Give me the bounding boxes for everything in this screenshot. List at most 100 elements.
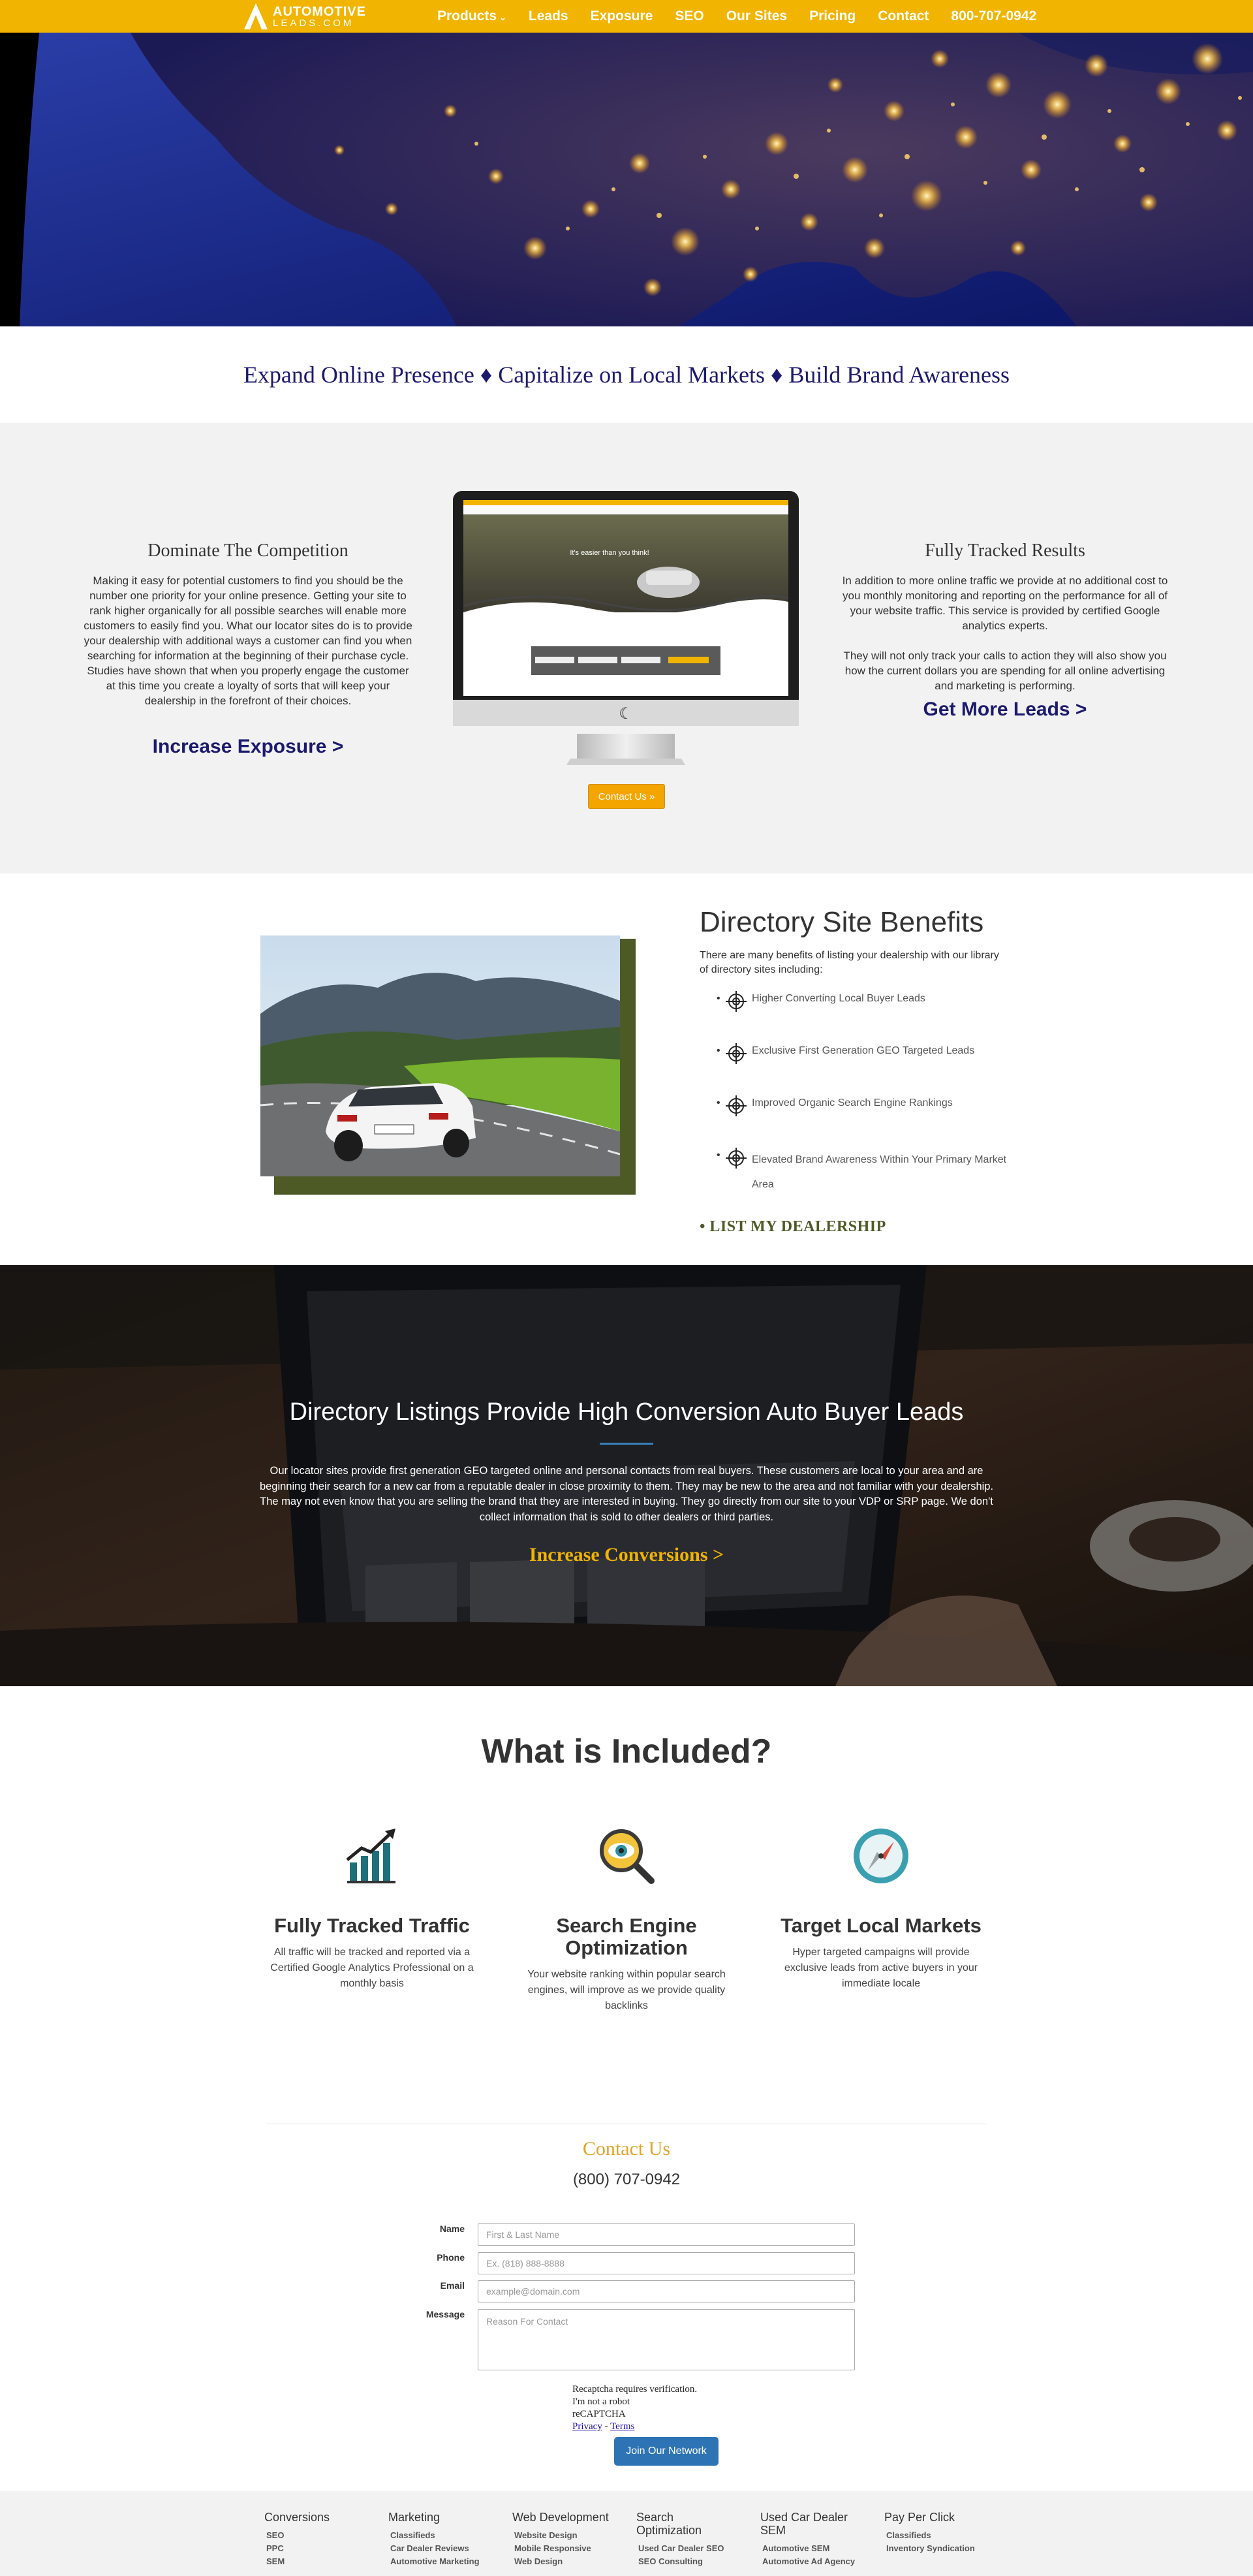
- phone-label: Phone: [437, 2252, 465, 2263]
- benefits-list: Higher Converting Local Buyer Leads Excl…: [717, 984, 1017, 1193]
- name-field[interactable]: [478, 2223, 855, 2246]
- footer-link[interactable]: Classifieds: [388, 2529, 506, 2542]
- footer-column-web-development: Web Development Website Design Mobile Re…: [512, 2511, 630, 2568]
- nav-item-exposure[interactable]: Exposure: [591, 8, 653, 24]
- footer-heading: Conversions: [264, 2511, 330, 2524]
- email-field[interactable]: [478, 2280, 855, 2302]
- tagline-text: Expand Online Presence ♦ Capitalize on L…: [243, 362, 1010, 388]
- footer-link[interactable]: Web Design: [512, 2555, 630, 2568]
- footer-link[interactable]: Website Design: [512, 2529, 630, 2542]
- included-section: What is Included? Fully Tracked Traffic …: [0, 1686, 1253, 2130]
- footer-column-search-optimization: Search Optimization Used Car Dealer SEO …: [636, 2511, 734, 2568]
- increase-exposure-link[interactable]: Increase Exposure >: [153, 736, 344, 758]
- footer-link[interactable]: Mobile Responsive: [512, 2542, 630, 2555]
- directory-intro: There are many benefits of listing your …: [700, 950, 999, 975]
- get-more-leads-link[interactable]: Get More Leads >: [923, 699, 1087, 721]
- benefit-text: Higher Converting Local Buyer Leads: [752, 993, 925, 1004]
- footer-link[interactable]: PPC: [264, 2542, 382, 2555]
- title-divider: [600, 1443, 653, 1445]
- compete-text: Making it easy for potential customers t…: [84, 574, 412, 707]
- main-menu: Products ⌄ Leads Exposure SEO Our Sites P…: [437, 0, 1059, 33]
- email-label: Email: [440, 2280, 465, 2291]
- link-separator: -: [602, 2421, 611, 2432]
- logo-text-line1: AUTOMOTIVE: [273, 4, 366, 19]
- list-item: Higher Converting Local Buyer Leads: [717, 984, 1017, 1037]
- directory-title: Directory Site Benefits: [700, 906, 984, 938]
- nav-item-contact[interactable]: Contact: [878, 8, 929, 24]
- tracked-results-column: Fully Tracked Results In addition to mor…: [835, 541, 1175, 721]
- nav-item-leads[interactable]: Leads: [529, 8, 568, 24]
- chevron-down-icon: ⌄: [499, 12, 506, 22]
- feature-tracked-traffic: Fully Tracked Traffic All traffic will b…: [261, 1823, 483, 1992]
- footer-link[interactable]: SEO: [264, 2529, 382, 2542]
- footer-heading: Web Development: [512, 2511, 609, 2524]
- feature-title: Target Local Markets: [781, 1914, 982, 1937]
- logo-a-icon: [244, 3, 268, 29]
- footer-link[interactable]: Car Dealer Reviews: [388, 2542, 506, 2555]
- tracked-text-1: In addition to more online traffic we pr…: [842, 574, 1168, 632]
- feature-text: Your website ranking within popular sear…: [527, 1969, 726, 2011]
- nav-item-pricing[interactable]: Pricing: [809, 8, 856, 24]
- privacy-link[interactable]: Privacy: [572, 2421, 602, 2432]
- car-on-road-photo: [260, 935, 620, 1176]
- footer-column-marketing: Marketing Classifieds Car Dealer Reviews…: [388, 2511, 506, 2568]
- footer-link[interactable]: Used Car Dealer SEO: [636, 2542, 734, 2555]
- feature-text: All traffic will be tracked and reported…: [270, 1947, 474, 1989]
- feature-local-markets: Target Local Markets Hyper targeted camp…: [770, 1823, 992, 1992]
- name-label: Name: [439, 2223, 465, 2234]
- feature-title: Fully Tracked Traffic: [274, 1914, 470, 1937]
- message-field[interactable]: [478, 2309, 855, 2370]
- captcha-checkbox-label[interactable]: I'm not a robot: [572, 2396, 697, 2408]
- benefit-text: Improved Organic Search Engine Rankings: [752, 1097, 953, 1108]
- terms-link[interactable]: Terms: [610, 2421, 634, 2432]
- nav-item-seo[interactable]: SEO: [675, 8, 704, 24]
- list-item: Improved Organic Search Engine Rankings: [717, 1089, 1017, 1141]
- nav-item-products[interactable]: Products ⌄: [437, 8, 506, 24]
- magnifier-eye-icon: [600, 1829, 655, 1884]
- phone-field[interactable]: [478, 2252, 855, 2274]
- included-title: What is Included?: [481, 1733, 772, 1770]
- footer-link[interactable]: Automotive Marketing: [388, 2555, 506, 2568]
- footer-column-pay-per-click: Pay Per Click Classifieds Inventory Synd…: [884, 2511, 1002, 2555]
- compete-column: Dominate The Competition Making it easy …: [78, 541, 418, 758]
- list-item: Elevated Brand Awareness Within Your Pri…: [717, 1141, 1017, 1193]
- logo-text-line2: LEADS.COM: [273, 17, 354, 29]
- conversion-text: Our locator sites provide first generati…: [259, 1465, 994, 1523]
- list-item: Exclusive First Generation GEO Targeted …: [717, 1037, 1017, 1089]
- join-our-network-button[interactable]: Join Our Network: [614, 2437, 719, 2466]
- footer-link[interactable]: Classifieds: [884, 2529, 1002, 2542]
- nav-item-our-sites[interactable]: Our Sites: [726, 8, 787, 24]
- feature-text: Hyper targeted campaigns will provide ex…: [784, 1947, 978, 1989]
- message-label: Message: [425, 2309, 465, 2319]
- tracked-title: Fully Tracked Results: [925, 541, 1085, 561]
- footer-link[interactable]: Automotive Ad Agency: [760, 2555, 865, 2568]
- nav-phone-link[interactable]: 800-707-0942: [951, 8, 1036, 24]
- contact-us-button[interactable]: Contact Us »: [588, 784, 665, 809]
- crosshair-icon: [726, 1043, 747, 1064]
- benefit-text: Exclusive First Generation GEO Targeted …: [752, 1045, 975, 1056]
- contact-title: Contact Us: [582, 2138, 671, 2160]
- footer-link[interactable]: Inventory Syndication: [884, 2542, 1002, 2555]
- directory-benefits-section: Directory Site Benefits There are many b…: [0, 873, 1253, 1265]
- list-my-dealership-link[interactable]: • LIST MY DEALERSHIP: [700, 1218, 886, 1236]
- footer-heading: Search Optimization: [636, 2511, 702, 2537]
- earth-at-night-image: [0, 33, 1253, 326]
- feature-seo: Search Engine Optimization Your website …: [516, 1823, 737, 2014]
- footer-link[interactable]: Automotive SEM: [760, 2542, 865, 2555]
- benefit-text: Elevated Brand Awareness Within Your Pri…: [752, 1154, 1007, 1190]
- tracked-text-2: They will not only track your calls to a…: [843, 650, 1167, 692]
- crosshair-icon: [726, 1148, 747, 1169]
- footer-link[interactable]: SEO Consulting: [636, 2555, 734, 2568]
- footer-heading: Used Car Dealer SEM: [760, 2511, 848, 2537]
- recaptcha-widget: Recaptcha requires verification. I'm not…: [572, 2383, 697, 2433]
- features-band: Dominate The Competition Making it easy …: [0, 423, 1253, 873]
- bar-chart-icon: [346, 1829, 395, 1883]
- conversion-band: Directory Listings Provide High Conversi…: [0, 1265, 1253, 1686]
- site-logo[interactable]: AUTOMOTIVE LEADS.COM: [243, 2, 366, 31]
- footer-column-used-car-dealer-sem: Used Car Dealer SEM Automotive SEM Autom…: [760, 2511, 865, 2568]
- svg-text:It's easier than you think!: It's easier than you think!: [570, 549, 649, 557]
- footer-heading: Pay Per Click: [884, 2511, 955, 2524]
- increase-conversions-link[interactable]: Increase Conversions >: [0, 1544, 1253, 1566]
- compass-icon: [854, 1829, 908, 1883]
- footer-link[interactable]: SEM: [264, 2555, 382, 2568]
